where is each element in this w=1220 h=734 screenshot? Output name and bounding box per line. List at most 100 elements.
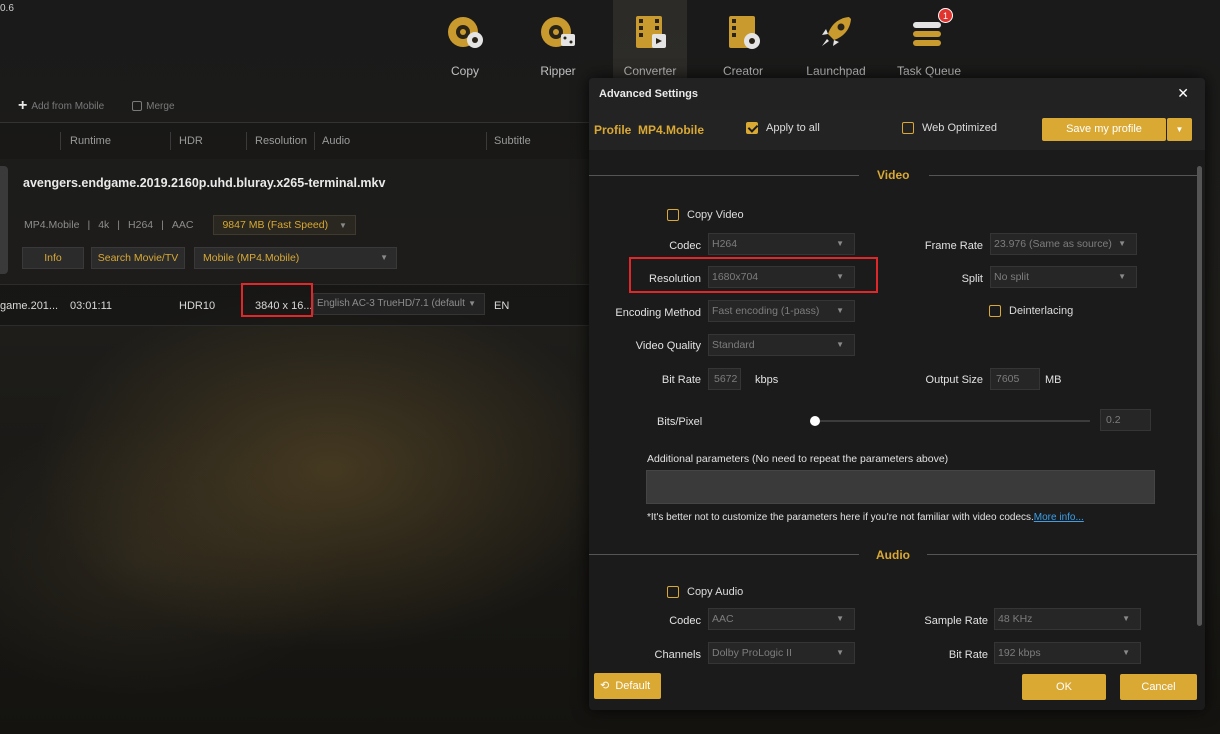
checkbox-icon (667, 209, 679, 222)
sample-rate-label: Sample Rate (924, 615, 988, 627)
encoding-method-dropdown[interactable]: Fast encoding (1-pass) ▼ (708, 300, 855, 322)
bit-rate-input[interactable]: 5672 (708, 368, 741, 390)
output-size-input[interactable]: 7605 (990, 368, 1040, 390)
column-runtime[interactable]: Runtime (70, 135, 111, 147)
deinterlacing-checkbox[interactable]: Deinterlacing (989, 305, 1074, 318)
additional-parameters-input[interactable] (646, 470, 1155, 504)
video-section-title: Video (877, 168, 910, 182)
web-optimized-label: Web Optimized (922, 122, 997, 135)
chevron-down-icon: ▼ (1122, 614, 1130, 623)
nav-ripper[interactable]: Ripper (518, 12, 598, 78)
search-movie-button[interactable]: Search Movie/TV (91, 247, 185, 269)
copy-video-checkbox[interactable]: Copy Video (667, 209, 744, 222)
apply-to-all-checkbox[interactable]: Apply to all (746, 122, 820, 135)
video-quality-dropdown[interactable]: Standard ▼ (708, 334, 855, 356)
video-quality-value: Standard (712, 339, 755, 351)
copy-audio-checkbox[interactable]: Copy Audio (667, 586, 743, 599)
output-size-label: Output Size (925, 374, 983, 386)
output-size-dropdown[interactable]: 9847 MB (Fast Speed) ▼ (213, 215, 356, 235)
profile-dropdown[interactable]: Mobile (MP4.Mobile) ▼ (194, 247, 397, 269)
version-label: 0.6 (0, 3, 14, 14)
meta-profile: MP4.Mobile (24, 219, 80, 231)
ripper-disc-icon (538, 12, 578, 52)
nav-converter-label: Converter (623, 64, 677, 78)
column-divider (314, 132, 315, 150)
dialog-scrollbar[interactable] (1197, 166, 1202, 626)
merge-label: Merge (146, 100, 175, 112)
column-audio[interactable]: Audio (322, 135, 350, 147)
audio-codec-dropdown[interactable]: AAC ▼ (708, 608, 855, 630)
nav-creator[interactable]: Creator (703, 12, 783, 78)
web-optimized-checkbox[interactable]: Web Optimized (902, 122, 997, 135)
more-info-link[interactable]: More info... (1034, 512, 1084, 523)
codec-label: Codec (669, 240, 701, 252)
channels-value: Dolby ProLogic II (712, 647, 792, 659)
bits-per-pixel-slider[interactable] (810, 420, 1090, 422)
output-size-value: 9847 MB (Fast Speed) (222, 219, 329, 231)
dialog-header: Advanced Settings ✕ (589, 78, 1205, 110)
info-button[interactable]: Info (22, 247, 84, 269)
column-divider (60, 132, 61, 150)
audio-codec-value: AAC (712, 613, 734, 625)
meta-resolution: 4k (98, 219, 110, 231)
audio-bit-rate-dropdown[interactable]: 192 kbps ▼ (994, 642, 1141, 664)
frame-rate-dropdown[interactable]: 23.976 (Same as source) ▼ (990, 233, 1137, 255)
audio-bit-rate-label: Bit Rate (948, 649, 988, 661)
nav-ripper-label: Ripper (540, 64, 576, 78)
chevron-down-icon: ▼ (1122, 648, 1130, 657)
video-codec-dropdown[interactable]: H264 ▼ (708, 233, 855, 255)
track-runtime: 03:01:11 (70, 300, 113, 312)
default-button-label: Default (615, 680, 651, 692)
section-divider (589, 175, 859, 176)
profile-dropdown-value: Mobile (MP4.Mobile) (203, 252, 300, 264)
checkbox-icon (902, 122, 914, 135)
nav-launchpad[interactable]: Launchpad (796, 12, 876, 78)
slider-handle[interactable] (810, 416, 820, 426)
deinterlacing-label: Deinterlacing (1009, 305, 1074, 318)
add-from-mobile-button[interactable]: + Add from Mobile (18, 98, 104, 114)
default-button[interactable]: ⟲ Default (594, 673, 661, 699)
chevron-down-icon: ▼ (1118, 272, 1126, 281)
nav-converter[interactable]: Converter (613, 0, 687, 78)
column-divider (486, 132, 487, 150)
highlight-box (629, 257, 878, 293)
split-dropdown[interactable]: No split ▼ (990, 266, 1137, 288)
video-quality-label: Video Quality (635, 340, 701, 352)
channels-dropdown[interactable]: Dolby ProLogic II ▼ (708, 642, 855, 664)
additional-parameters-label: Additional parameters (No need to repeat… (647, 453, 949, 465)
section-divider (589, 554, 859, 555)
track-hdr: HDR10 (179, 300, 216, 312)
save-profile-menu-button[interactable]: ▼ (1167, 118, 1192, 141)
chevron-down-icon: ▼ (1118, 239, 1126, 248)
nav-copy[interactable]: Copy (425, 12, 505, 78)
save-profile-button[interactable]: Save my profile (1042, 118, 1166, 141)
column-divider (246, 132, 247, 150)
bit-rate-label: Bit Rate (661, 374, 701, 386)
chevron-down-icon: ▼ (836, 306, 844, 315)
column-resolution[interactable]: Resolution (255, 135, 307, 147)
profile-name: MP4.Mobile (638, 123, 705, 137)
nav-copy-label: Copy (450, 64, 479, 78)
nav-launchpad-label: Launchpad (806, 64, 866, 78)
encoding-method-label: Encoding Method (615, 307, 701, 319)
audio-section-title: Audio (876, 548, 910, 562)
column-hdr[interactable]: HDR (179, 135, 203, 147)
cancel-button[interactable]: Cancel (1120, 674, 1197, 700)
column-subtitle[interactable]: Subtitle (494, 135, 531, 147)
video-codec-value: H264 (712, 238, 738, 250)
column-divider (170, 132, 171, 150)
audio-track-dropdown[interactable]: English AC-3 TrueHD/7.1 (default) ▼ (313, 293, 485, 315)
bits-per-pixel-input[interactable]: 0.2 (1100, 409, 1151, 431)
reset-icon: ⟲ (600, 680, 610, 692)
ok-button[interactable]: OK (1022, 674, 1106, 700)
profile-bar: Profile MP4.Mobile Apply to all Web Opti… (589, 110, 1205, 150)
converter-film-icon (630, 12, 670, 52)
task-count-badge: 1 (938, 8, 953, 23)
chevron-down-icon: ▼ (380, 253, 388, 262)
apply-to-all-label: Apply to all (766, 122, 820, 135)
close-icon[interactable]: ✕ (1177, 85, 1189, 102)
nav-task-queue[interactable]: 1 Task Queue (889, 8, 969, 78)
split-value: No split (994, 271, 1030, 283)
merge-button[interactable]: Merge (132, 100, 175, 112)
sample-rate-dropdown[interactable]: 48 KHz ▼ (994, 608, 1141, 630)
